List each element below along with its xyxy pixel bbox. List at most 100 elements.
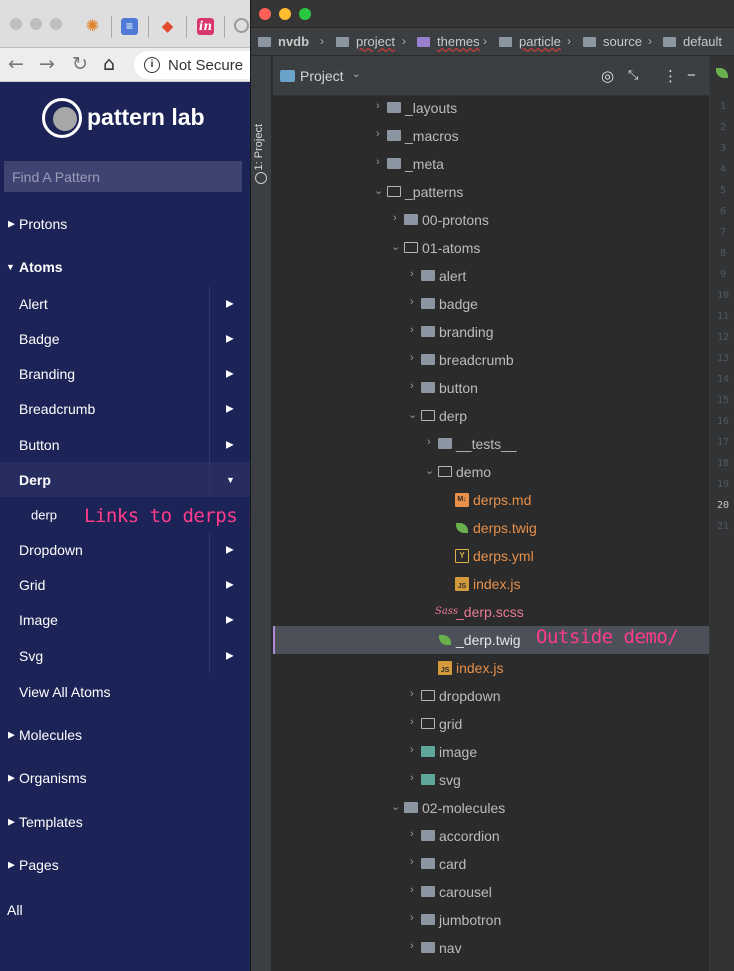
chevron-right-icon[interactable]: ›: [410, 716, 414, 728]
hide-panel-icon[interactable]: −: [687, 67, 696, 84]
tree-item-index-js-derp[interactable]: JS index.js: [273, 654, 709, 682]
project-view-title[interactable]: Project: [300, 68, 344, 84]
pattern-lab-logo[interactable]: pattern lab: [42, 98, 242, 138]
tree-item-demo[interactable]: ⌄ demo: [273, 458, 709, 486]
back-icon[interactable]: ←: [8, 53, 24, 75]
chevron-down-icon[interactable]: ⌄: [391, 800, 400, 813]
tree-item-jumbotron[interactable]: › jumbotron: [273, 906, 709, 934]
expand-right-icon[interactable]: ▶: [226, 544, 234, 555]
find-pattern-input[interactable]: [4, 161, 242, 192]
nav-atom-button[interactable]: Button ▶: [0, 427, 250, 462]
tree-item-tests[interactable]: › __tests__: [273, 430, 709, 458]
twig-file-tab-icon[interactable]: [716, 68, 728, 78]
nav-atom-branding[interactable]: Branding ▶: [0, 356, 250, 391]
breadcrumb-nvdb[interactable]: nvdb: [278, 34, 309, 49]
chevron-down-icon[interactable]: ⌄: [374, 184, 383, 197]
expand-right-icon[interactable]: ▶: [226, 298, 234, 309]
expand-right-icon[interactable]: ▶: [226, 333, 234, 344]
locate-target-icon[interactable]: ◎: [601, 67, 614, 85]
tree-item-button[interactable]: › button: [273, 374, 709, 402]
tree-item-card[interactable]: › card: [273, 850, 709, 878]
nav-atom-badge[interactable]: Badge ▶: [0, 321, 250, 356]
project-tool-icon[interactable]: [255, 172, 267, 184]
chevron-right-icon[interactable]: ›: [376, 100, 380, 112]
tree-item-macros[interactable]: › _macros: [273, 122, 709, 150]
expand-right-icon[interactable]: ▶: [226, 579, 234, 590]
tree-item-01-atoms[interactable]: ⌄ 01-atoms: [273, 234, 709, 262]
collapse-down-icon[interactable]: ▼: [226, 475, 235, 485]
expand-right-icon[interactable]: ▶: [226, 368, 234, 379]
expand-right-icon[interactable]: ▶: [226, 404, 234, 415]
tree-item-branding[interactable]: › branding: [273, 318, 709, 346]
nav-atom-derp[interactable]: Derp ▼: [0, 462, 250, 497]
chevron-right-icon[interactable]: ›: [410, 772, 414, 784]
breadcrumb-project[interactable]: project: [356, 34, 395, 49]
home-icon[interactable]: ⌂: [103, 53, 115, 75]
tree-item-patterns[interactable]: ⌄ _patterns: [273, 178, 709, 206]
tree-item-alert[interactable]: › alert: [273, 262, 709, 290]
chevron-right-icon[interactable]: ›: [410, 296, 414, 308]
expand-right-icon[interactable]: ▶: [226, 650, 234, 661]
breadcrumb-particle[interactable]: particle: [519, 34, 561, 49]
nav-molecules[interactable]: ▶ Molecules: [0, 719, 250, 751]
nav-atom-grid[interactable]: Grid ▶: [0, 567, 250, 602]
chevron-right-icon[interactable]: ›: [410, 268, 414, 280]
forward-icon[interactable]: →: [39, 53, 55, 75]
more-options-icon[interactable]: ⋮: [663, 67, 678, 85]
chevron-right-icon[interactable]: ›: [376, 128, 380, 140]
chevron-down-icon[interactable]: ⌄: [391, 240, 400, 253]
collapse-all-icon[interactable]: ⤡: [628, 67, 638, 83]
minimize-dot[interactable]: [30, 18, 42, 30]
chevron-right-icon[interactable]: ›: [410, 940, 414, 952]
nav-atom-dropdown[interactable]: Dropdown ▶: [0, 532, 250, 567]
ide-close-dot[interactable]: [259, 8, 271, 20]
nav-pages[interactable]: ▶ Pages: [0, 849, 250, 881]
tree-item-badge[interactable]: › badge: [273, 290, 709, 318]
expand-right-icon[interactable]: ▶: [226, 439, 234, 450]
address-bar[interactable]: i Not Secure: [134, 51, 250, 79]
nav-atom-image[interactable]: Image ▶: [0, 602, 250, 638]
tree-item-derp-scss[interactable]: Sass _derp.scss: [273, 598, 709, 626]
tree-item-breadcrumb[interactable]: › breadcrumb: [273, 346, 709, 374]
nav-atom-alert[interactable]: Alert ▶: [0, 286, 250, 321]
tree-item-derps-yml[interactable]: Y derps.yml: [273, 542, 709, 570]
tree-item-derps-twig[interactable]: derps.twig: [273, 514, 709, 542]
chevron-right-icon[interactable]: ›: [427, 436, 431, 448]
zoom-dot[interactable]: [50, 18, 62, 30]
chevron-down-icon[interactable]: ⌄: [408, 408, 417, 421]
chevron-right-icon[interactable]: ›: [410, 352, 414, 364]
chevron-right-icon[interactable]: ›: [410, 828, 414, 840]
tab-favicon-gitlab-icon[interactable]: ◆: [159, 18, 176, 35]
ide-minimize-dot[interactable]: [279, 8, 291, 20]
nav-atom-svg[interactable]: Svg ▶: [0, 638, 250, 673]
tree-item-derps-md[interactable]: M↓ derps.md: [273, 486, 709, 514]
tab-favicon-docs-icon[interactable]: ≡: [121, 18, 138, 35]
tree-item-dropdown[interactable]: › dropdown: [273, 682, 709, 710]
ide-zoom-dot[interactable]: [299, 8, 311, 20]
tab-favicon-invision-icon[interactable]: in: [197, 18, 214, 35]
tree-item-carousel[interactable]: › carousel: [273, 878, 709, 906]
tree-item-svg[interactable]: › svg: [273, 766, 709, 794]
reload-icon[interactable]: ↻: [72, 53, 88, 75]
project-tool-tab[interactable]: 1: Project: [253, 124, 269, 170]
nav-atoms[interactable]: ▼ Atoms: [0, 251, 250, 283]
chevron-right-icon[interactable]: ›: [376, 156, 380, 168]
expand-right-icon[interactable]: ▶: [226, 615, 234, 626]
breadcrumb-themes[interactable]: themes: [437, 34, 480, 49]
chevron-right-icon[interactable]: ›: [393, 212, 397, 224]
chevron-right-icon[interactable]: ›: [410, 324, 414, 336]
nav-atom-breadcrumb[interactable]: Breadcrumb ▶: [0, 391, 250, 427]
tree-item-accordion[interactable]: › accordion: [273, 822, 709, 850]
tree-item-meta[interactable]: › _meta: [273, 150, 709, 178]
tree-item-nav[interactable]: › nav: [273, 934, 709, 962]
chevron-right-icon[interactable]: ›: [410, 744, 414, 756]
breadcrumb-source[interactable]: source: [603, 34, 642, 49]
chevron-down-icon[interactable]: ⌄: [425, 464, 434, 477]
nav-organisms[interactable]: ▶ Organisms: [0, 762, 250, 794]
tree-item-layouts[interactable]: › _layouts: [273, 94, 709, 122]
close-dot[interactable]: [10, 18, 22, 30]
chevron-right-icon[interactable]: ›: [410, 688, 414, 700]
tree-item-00-protons[interactable]: › 00-protons: [273, 206, 709, 234]
nav-all[interactable]: All: [0, 894, 250, 926]
breadcrumb-default[interactable]: default: [683, 34, 722, 49]
